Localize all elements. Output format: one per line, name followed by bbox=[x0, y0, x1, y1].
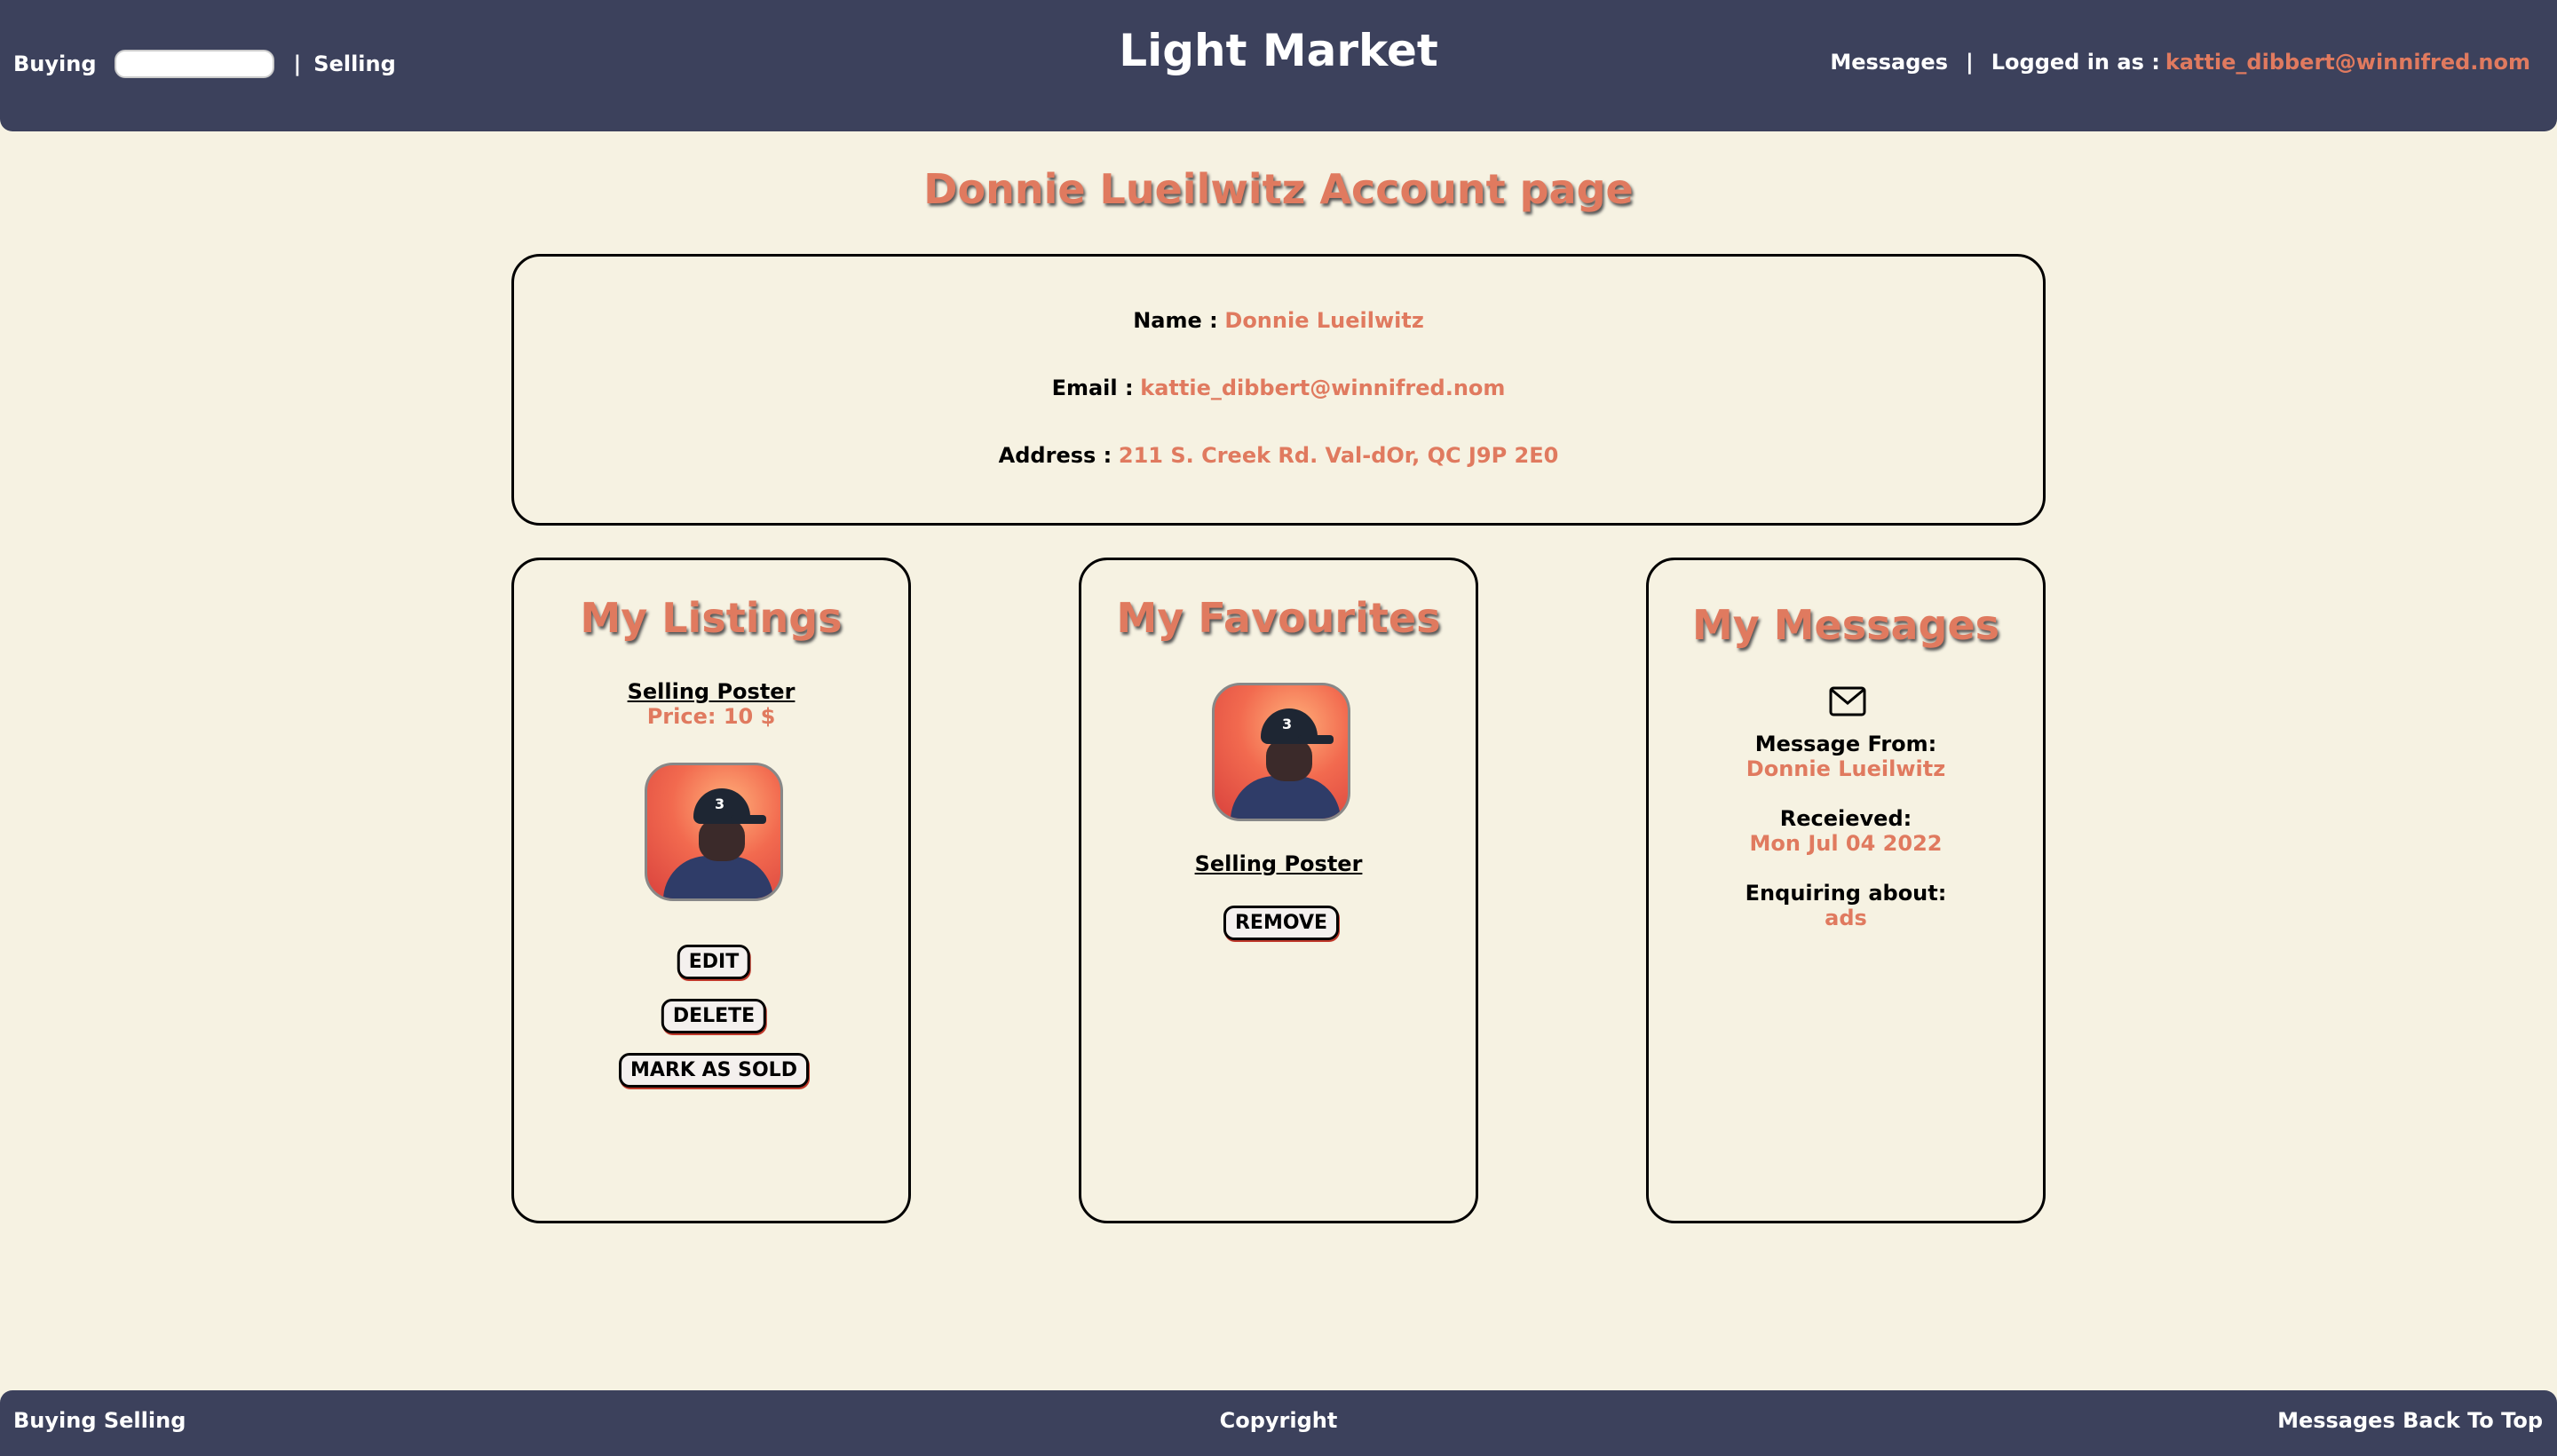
email-row: Email : kattie_dibbert@winnifred.nom bbox=[514, 376, 2043, 400]
poster-figure-face bbox=[699, 819, 745, 861]
poster-figure-body bbox=[663, 856, 773, 898]
my-listings-title: My Listings bbox=[580, 594, 843, 642]
my-messages-card: My Messages Message From: Donnie Lueilwi… bbox=[1646, 558, 2046, 1223]
navbar-right: Messages | Logged in as : kattie_dibbert… bbox=[1830, 50, 2530, 75]
my-listings-card: My Listings Selling Poster Price: 10 $ 3… bbox=[511, 558, 911, 1223]
email-label: Email : bbox=[1051, 376, 1134, 400]
footer-copyright: Copyright bbox=[1219, 1408, 1338, 1433]
poster-figure-body bbox=[1231, 776, 1341, 819]
address-value: 211 S. Creek Rd. Val-dOr, QC J9P 2E0 bbox=[1118, 443, 1559, 468]
user-email-link[interactable]: kattie_dibbert@winnifred.nom bbox=[2165, 50, 2530, 75]
poster-cap-number: 3 bbox=[1282, 716, 1293, 732]
address-label: Address : bbox=[998, 443, 1112, 468]
remove-button[interactable]: REMOVE bbox=[1223, 906, 1340, 940]
logged-in-label: Logged in as : bbox=[1991, 50, 2160, 75]
listing-item-price: Price: 10 $ bbox=[646, 704, 776, 729]
my-messages-title: My Messages bbox=[1691, 601, 2000, 649]
name-row: Name : Donnie Lueilwitz bbox=[514, 308, 2043, 333]
poster-figure-brim bbox=[1298, 735, 1334, 744]
my-favourites-card: My Favourites 3 Selling Poster REMOVE bbox=[1079, 558, 1478, 1223]
message-from-value: Donnie Lueilwitz bbox=[1746, 756, 1946, 781]
poster-cap-number: 3 bbox=[715, 795, 725, 812]
favourite-poster-image[interactable]: 3 bbox=[1212, 683, 1350, 821]
top-navbar: Buying | Selling Light Market Messages |… bbox=[0, 0, 2557, 131]
footer-nav-right[interactable]: Messages Back To Top bbox=[2277, 1408, 2543, 1433]
received-value: Mon Jul 04 2022 bbox=[1749, 831, 1943, 856]
envelope-icon[interactable] bbox=[1829, 686, 1866, 716]
poster-figure-face bbox=[1266, 739, 1312, 781]
enquiring-about-value: ads bbox=[1825, 906, 1867, 930]
enquiring-about-label: Enquiring about: bbox=[1745, 881, 1947, 906]
received-label: Receieved: bbox=[1779, 806, 1912, 831]
mark-as-sold-button[interactable]: MARK AS SOLD bbox=[619, 1053, 809, 1088]
message-from-label: Message From: bbox=[1754, 732, 1937, 756]
account-info-card: Name : Donnie Lueilwitz Email : kattie_d… bbox=[511, 254, 2046, 526]
email-value: kattie_dibbert@winnifred.nom bbox=[1140, 376, 1506, 400]
name-value: Donnie Lueilwitz bbox=[1224, 308, 1424, 333]
footer: Buying Selling Copyright Messages Back T… bbox=[0, 1390, 2557, 1456]
listing-item-title[interactable]: Selling Poster bbox=[514, 679, 908, 704]
favourite-item-title[interactable]: Selling Poster bbox=[1081, 851, 1476, 876]
page-title: Donnie Lueilwitz Account page bbox=[923, 165, 1634, 213]
navbar-separator-right: | bbox=[1965, 50, 1974, 75]
edit-button[interactable]: EDIT bbox=[677, 945, 751, 979]
name-label: Name : bbox=[1133, 308, 1218, 333]
address-row: Address : 211 S. Creek Rd. Val-dOr, QC J… bbox=[514, 443, 2043, 468]
poster-figure-brim bbox=[731, 815, 766, 824]
delete-button[interactable]: DELETE bbox=[661, 999, 767, 1033]
my-favourites-title: My Favourites bbox=[1116, 594, 1441, 642]
messages-link[interactable]: Messages bbox=[1830, 50, 1948, 75]
listing-poster-image[interactable]: 3 bbox=[645, 763, 783, 901]
